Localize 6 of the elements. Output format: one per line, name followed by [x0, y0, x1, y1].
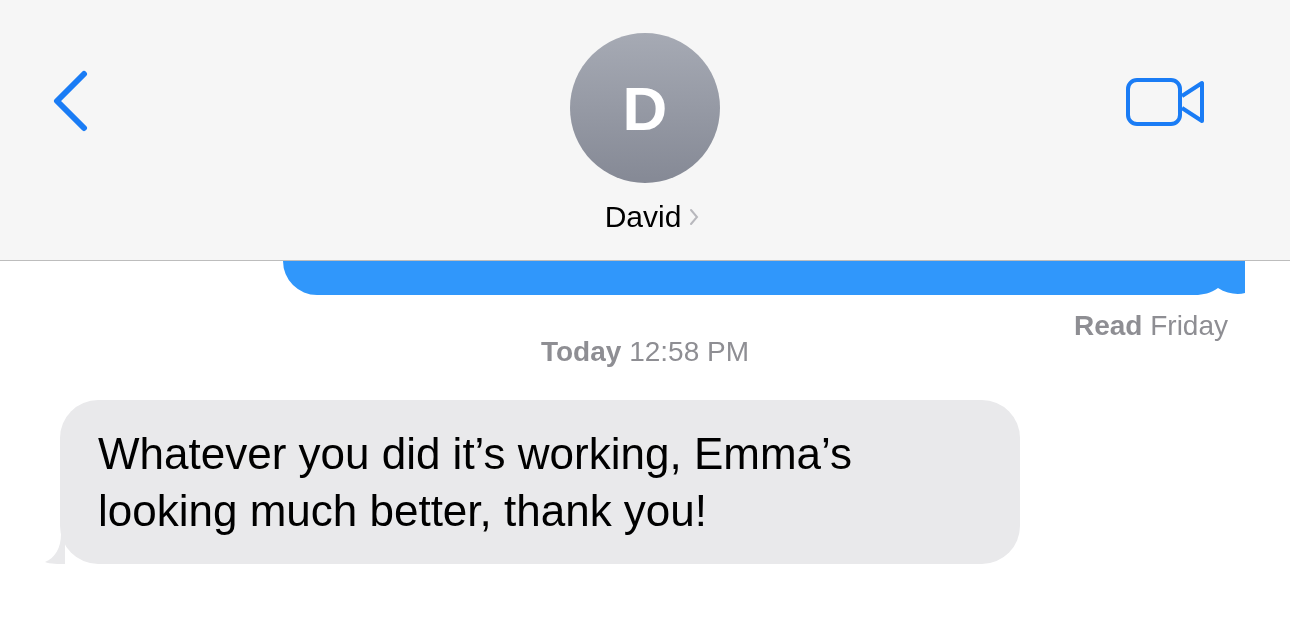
contact-name[interactable]: David — [604, 199, 682, 235]
chevron-icon — [689, 208, 700, 226]
timestamp: Today 12:58 PM — [540, 339, 750, 365]
video-camera-icon[interactable] — [1126, 77, 1206, 127]
back-icon[interactable] — [52, 70, 88, 132]
read-receipt: Read Friday — [1072, 313, 1229, 339]
